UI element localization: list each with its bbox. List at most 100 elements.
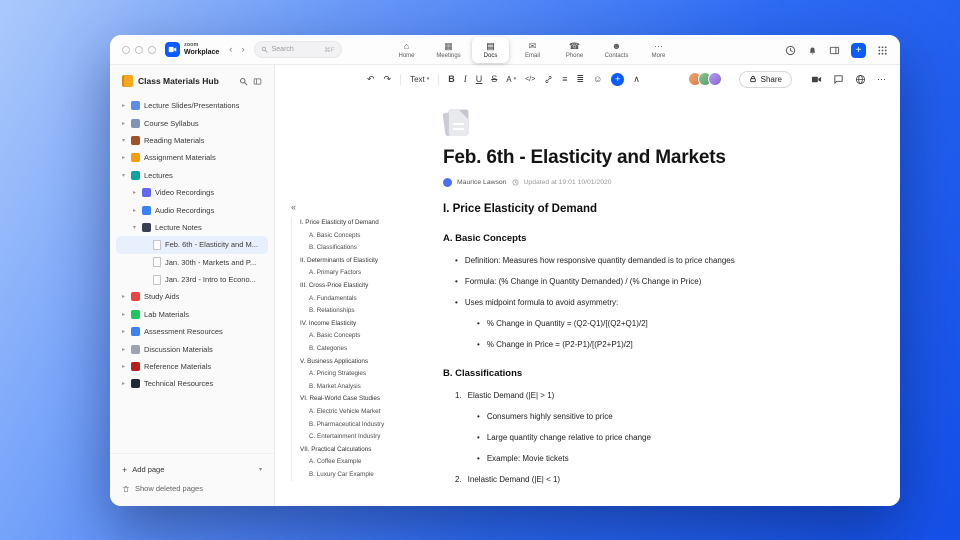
new-plus-button[interactable]: + <box>851 42 866 58</box>
sidebar-item[interactable]: ▸ Reference Materials <box>116 358 268 375</box>
outline-collapse-icon[interactable]: « <box>291 202 296 212</box>
bullet-item[interactable]: • Large quantity change relative to price… <box>443 433 783 443</box>
apps-grid-icon[interactable] <box>877 45 888 56</box>
sidebar-item[interactable]: ▾ Lecture Notes <box>116 219 268 236</box>
search-input[interactable] <box>271 46 314 53</box>
outline-item[interactable]: VI. Real-World Case Studies <box>300 393 407 406</box>
outline-item[interactable]: B. Categories <box>300 343 407 356</box>
clock-icon[interactable] <box>785 45 796 56</box>
sidebar-item[interactable]: Jan. 23rd - Intro to Econo... <box>116 271 268 288</box>
collapse-toolbar-button[interactable]: ∧ <box>633 74 640 84</box>
chevron-down-icon[interactable]: ▾ <box>259 466 262 473</box>
chevron-right-icon[interactable]: ▸ <box>120 311 127 318</box>
strikethrough-button[interactable]: S <box>491 74 497 84</box>
numbered-item[interactable]: 1. Elastic Demand (|E| > 1) <box>443 391 783 401</box>
insert-plus-button[interactable]: + <box>611 72 625 86</box>
sidebar-item[interactable]: ▸ Lab Materials <box>116 306 268 323</box>
outline-item[interactable]: B. Classifications <box>300 242 407 255</box>
sidebar-item[interactable]: ▸ Course Syllabus <box>116 114 268 131</box>
doc-heading-2[interactable]: A. Basic Concepts <box>443 233 783 244</box>
notifications-bell-icon[interactable] <box>807 45 818 56</box>
add-page-button[interactable]: + Add page ▾ <box>122 462 262 477</box>
chevron-right-icon[interactable]: ▸ <box>120 102 127 109</box>
sidebar-item[interactable]: ▸ Assignment Materials <box>116 149 268 166</box>
show-deleted-pages-button[interactable]: Show deleted pages <box>122 481 262 496</box>
tab-more[interactable]: ⋯ More <box>640 37 677 63</box>
bullet-list-button[interactable]: ≡ <box>562 74 567 84</box>
chevron-down-icon[interactable]: ▾ <box>120 172 127 179</box>
emoji-button[interactable]: ☺ <box>593 74 602 84</box>
text-style-dropdown[interactable]: Text ▾ <box>410 75 429 84</box>
code-button[interactable]: </> <box>525 76 535 83</box>
outline-item[interactable]: B. Market Analysis <box>300 381 407 394</box>
chevron-right-icon[interactable]: ▸ <box>120 328 127 335</box>
sidebar-item[interactable]: ▸ Study Aids <box>116 288 268 305</box>
forward-button[interactable]: › <box>241 44 244 55</box>
back-button[interactable]: ‹ <box>229 44 232 55</box>
tab-email[interactable]: ✉ Email <box>514 37 551 63</box>
bullet-item[interactable]: • Definition: Measures how responsive qua… <box>443 256 783 266</box>
chevron-right-icon[interactable]: ▸ <box>131 189 138 196</box>
sidebar-collapse-icon[interactable] <box>253 77 262 86</box>
sidebar-item[interactable]: ▸ Technical Resources <box>116 375 268 392</box>
chevron-right-icon[interactable]: ▸ <box>131 207 138 214</box>
outline-item[interactable]: IV. Income Elasticity <box>300 318 407 331</box>
sidebar-item[interactable]: ▾ Lectures <box>116 167 268 184</box>
sidebar-item[interactable]: Feb. 6th - Elasticity and M... <box>116 236 268 254</box>
close-button[interactable] <box>122 45 130 54</box>
sidebar-search-icon[interactable] <box>239 77 248 86</box>
outline-item[interactable]: V. Business Applications <box>300 356 407 369</box>
outline-item[interactable]: A. Pricing Strategies <box>300 368 407 381</box>
bold-button[interactable]: B <box>448 74 455 84</box>
tab-contacts[interactable]: ☻ Contacts <box>598 37 635 63</box>
chevron-right-icon[interactable]: ▸ <box>120 380 127 387</box>
bullet-item[interactable]: • % Change in Quantity = (Q2-Q1)/[(Q2+Q1)… <box>443 319 783 329</box>
outline-item[interactable]: A. Electric Vehicle Market <box>300 406 407 419</box>
outline-item[interactable]: C. Entertainment Industry <box>300 431 407 444</box>
global-search[interactable]: ⌘F <box>253 41 342 58</box>
numbered-item[interactable]: 2. Inelastic Demand (|E| < 1) <box>443 475 783 485</box>
chevron-right-icon[interactable]: ▸ <box>120 293 127 300</box>
doc-heading-2[interactable]: B. Classifications <box>443 368 783 379</box>
sidebar-item[interactable]: Jan. 30th - Markets and P... <box>116 254 268 271</box>
bullet-item[interactable]: • Consumers highly sensitive to price <box>443 412 783 422</box>
align-button[interactable]: ≣ <box>577 74 585 84</box>
bullet-item[interactable]: • Formula: (% Change in Quantity Demanded… <box>443 277 783 287</box>
outline-item[interactable]: A. Basic Concepts <box>300 330 407 343</box>
text-color-button[interactable]: A ▾ <box>506 75 516 84</box>
outline-item[interactable]: A. Basic Concepts <box>300 230 407 243</box>
outline-item[interactable]: B. Relationships <box>300 305 407 318</box>
bullet-item[interactable]: • % Change in Price = (P2-P1)/[(P2+P1)/2] <box>443 340 783 350</box>
doc-title[interactable]: Feb. 6th - Elasticity and Markets <box>443 147 783 169</box>
tab-phone[interactable]: ☎ Phone <box>556 37 593 63</box>
comments-icon[interactable] <box>833 74 844 85</box>
outline-item[interactable]: II. Determinants of Elasticity <box>300 255 407 268</box>
outline-item[interactable]: A. Coffee Example <box>300 456 407 469</box>
outline-item[interactable]: A. Fundamentals <box>300 293 407 306</box>
sidebar-item[interactable]: ▸ Video Recordings <box>116 184 268 201</box>
doc-heading-1[interactable]: I. Price Elasticity of Demand <box>443 203 783 215</box>
chevron-right-icon[interactable]: ▸ <box>120 120 127 127</box>
outline-item[interactable]: A. Primary Factors <box>300 267 407 280</box>
bullet-item[interactable]: • Uses midpoint formula to avoid asymmetr… <box>443 298 783 308</box>
chevron-down-icon[interactable]: ▾ <box>120 137 127 144</box>
more-options-button[interactable]: ⋯ <box>877 74 886 84</box>
chevron-right-icon[interactable]: ▸ <box>120 346 127 353</box>
underline-button[interactable]: U <box>476 74 483 84</box>
sidebar-item[interactable]: ▸ Assessment Resources <box>116 323 268 340</box>
video-camera-icon[interactable] <box>811 74 822 85</box>
sidebar-item[interactable]: ▾ Reading Materials <box>116 132 268 149</box>
tab-home[interactable]: ⌂ Home <box>388 37 425 63</box>
maximize-button[interactable] <box>148 45 156 54</box>
outline-item[interactable]: III. Cross-Price Elasticity <box>300 280 407 293</box>
undo-button[interactable]: ↶ <box>367 74 375 84</box>
outline-item[interactable]: I. Price Elasticity of Demand <box>300 217 407 230</box>
collaborator-avatar[interactable] <box>707 72 722 86</box>
italic-button[interactable]: I <box>464 74 467 84</box>
minimize-button[interactable] <box>135 45 143 54</box>
bullet-item[interactable]: • Example: Movie tickets <box>443 454 783 464</box>
outline-item[interactable]: B. Luxury Car Example <box>300 469 407 482</box>
chevron-right-icon[interactable]: ▸ <box>120 154 127 161</box>
share-button[interactable]: Share <box>738 70 792 88</box>
sidebar-item[interactable]: ▸ Discussion Materials <box>116 340 268 357</box>
